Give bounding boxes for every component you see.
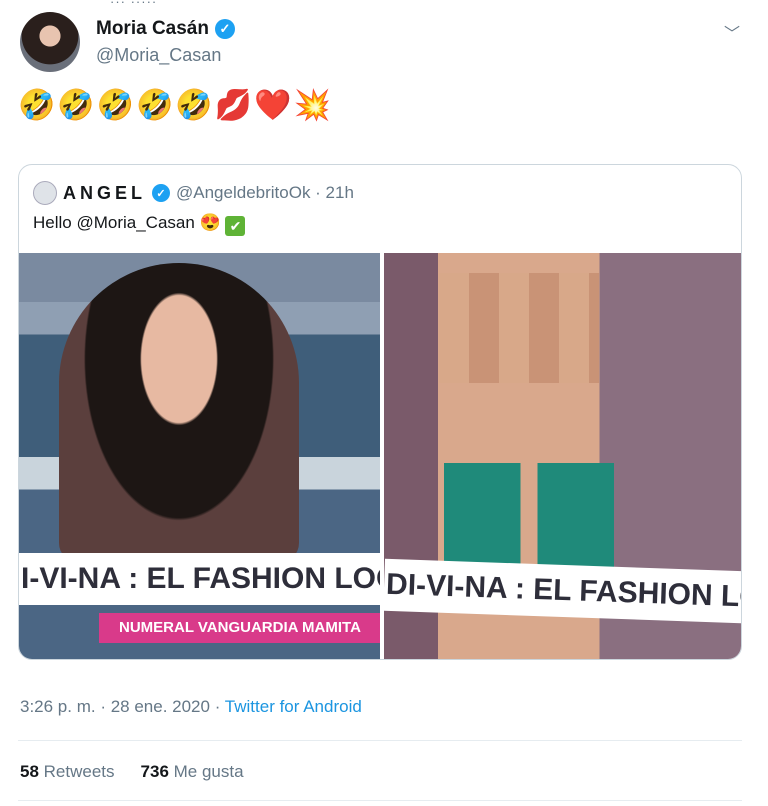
quoted-text: Hello @Moria_Casan 😍 ✔	[33, 213, 246, 236]
divider	[18, 740, 742, 741]
retweets-count: 58	[20, 762, 39, 781]
quoted-verified-badge-icon: ✓	[152, 184, 170, 202]
divider-bottom	[18, 800, 742, 801]
quoted-author-name: ANGEL	[63, 182, 146, 203]
pixelated-area	[439, 273, 599, 383]
likes-label: Me gusta	[173, 762, 244, 781]
meta-separator: ·	[214, 697, 221, 716]
tweet-stats: 58 Retweets 736 Me gusta	[20, 762, 244, 782]
verified-badge-icon: ✓	[214, 19, 235, 39]
quoted-tweet[interactable]: ANGEL ✓ @AngeldebritoOk · 21h Hello @Mor…	[18, 164, 742, 660]
author-handle[interactable]: @Moria_Casan	[96, 45, 221, 66]
media-image-left[interactable]: I-VI-NA : EL FASHION LOOK D NUMERAL VANG…	[19, 253, 380, 659]
check-mark-icon: ✔	[225, 216, 246, 236]
quoted-text-body: Hello @Moria_Casan 😍	[33, 213, 221, 232]
person-photo	[59, 263, 299, 563]
tweet-meta: 3:26 p. m. · 28 ene. 2020 · Twitter for …	[20, 697, 362, 717]
source-link[interactable]: Twitter for Android	[225, 697, 362, 716]
author-name[interactable]: Moria Casán	[96, 18, 209, 40]
tv-subbar-left: NUMERAL VANGUARDIA MAMITA	[99, 613, 380, 643]
quoted-handle-time: @AngeldebritoOk · 21h	[176, 183, 354, 202]
tweet-text-emojis: 🤣🤣🤣🤣🤣💋❤️💥	[18, 89, 333, 122]
quoted-header: ANGEL ✓ @AngeldebritoOk · 21h	[33, 181, 354, 205]
tv-banner-left: I-VI-NA : EL FASHION LOOK D	[19, 553, 380, 605]
truncated-header-text: ··· ·····	[110, 0, 158, 9]
avatar[interactable]	[20, 12, 80, 72]
likes-count: 736	[140, 762, 169, 781]
likes-stat[interactable]: 736 Me gusta	[141, 762, 244, 782]
media-image-right[interactable]: DI-VI-NA : EL FASHION LOOK	[384, 253, 741, 659]
tv-banner-right: DI-VI-NA : EL FASHION LOOK	[384, 558, 741, 624]
author-row: Moria Casán ✓	[96, 18, 235, 40]
chevron-down-icon[interactable]: ﹀	[724, 20, 740, 44]
retweets-label: Retweets	[43, 762, 115, 781]
timestamp[interactable]: 3:26 p. m. · 28 ene. 2020	[20, 697, 210, 716]
retweets-stat[interactable]: 58 Retweets	[20, 762, 115, 782]
quoted-avatar	[33, 181, 57, 205]
